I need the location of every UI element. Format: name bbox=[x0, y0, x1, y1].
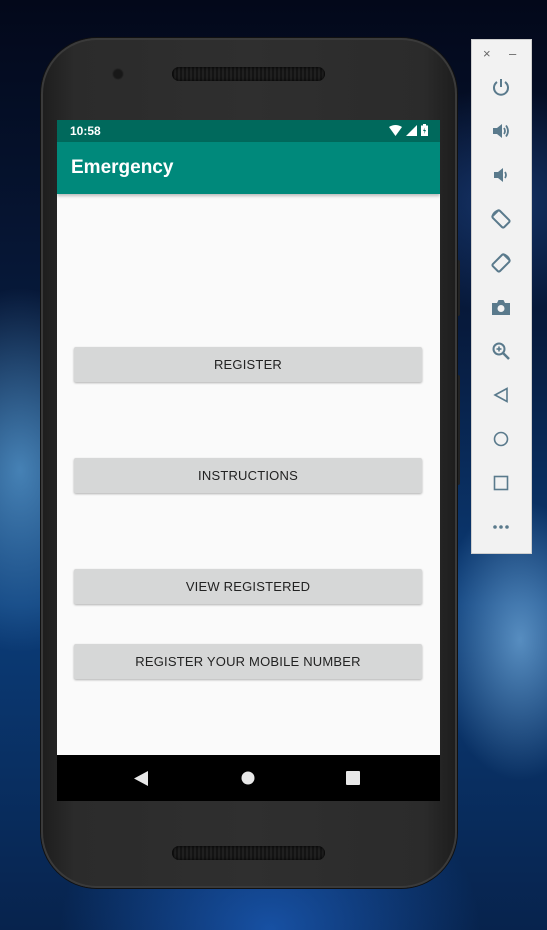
navigation-bar bbox=[57, 755, 440, 801]
more-icon bbox=[493, 525, 509, 529]
recents-icon bbox=[346, 771, 360, 785]
phone-screen: 10:58 Emergency REGISTER INSTRUCTIONS VI… bbox=[57, 120, 440, 801]
back-icon bbox=[134, 770, 148, 786]
home-icon bbox=[493, 431, 509, 447]
more-button[interactable] bbox=[489, 515, 513, 539]
wifi-icon bbox=[389, 124, 402, 136]
front-camera bbox=[112, 68, 124, 80]
home-icon bbox=[241, 771, 255, 785]
rotate-right-icon bbox=[491, 253, 511, 273]
back-icon bbox=[493, 387, 508, 403]
instructions-button[interactable]: INSTRUCTIONS bbox=[74, 458, 422, 493]
nav-recents-button[interactable] bbox=[333, 755, 373, 801]
power-button[interactable] bbox=[489, 75, 513, 99]
volume-down-icon bbox=[494, 168, 507, 182]
emulator-overview-button[interactable] bbox=[489, 471, 513, 495]
rotate-right-button[interactable] bbox=[489, 251, 513, 275]
app-bar: Emergency bbox=[57, 142, 440, 194]
status-time: 10:58 bbox=[70, 124, 101, 138]
top-speaker bbox=[172, 67, 325, 81]
nav-home-button[interactable] bbox=[228, 755, 268, 801]
zoom-icon bbox=[492, 342, 510, 360]
status-bar: 10:58 bbox=[57, 120, 440, 142]
emulator-panel: × – bbox=[471, 39, 532, 554]
camera-icon bbox=[492, 300, 510, 315]
register-button[interactable]: REGISTER bbox=[74, 347, 422, 382]
emulator-home-button[interactable] bbox=[489, 427, 513, 451]
zoom-button[interactable] bbox=[489, 339, 513, 363]
minimize-icon[interactable]: – bbox=[509, 46, 516, 61]
volume-up-button[interactable] bbox=[489, 119, 513, 143]
nav-back-button[interactable] bbox=[121, 755, 161, 801]
close-icon[interactable]: × bbox=[483, 46, 491, 61]
signal-icon bbox=[406, 124, 417, 136]
overview-icon bbox=[493, 475, 509, 491]
rotate-left-icon bbox=[491, 209, 511, 229]
register-mobile-number-button[interactable]: REGISTER YOUR MOBILE NUMBER bbox=[74, 644, 422, 679]
volume-down-button[interactable] bbox=[489, 163, 513, 187]
emulator-window-controls: × – bbox=[472, 44, 531, 64]
power-icon bbox=[493, 79, 509, 96]
app-title: Emergency bbox=[71, 157, 174, 178]
volume-up-icon bbox=[493, 124, 509, 138]
battery-icon bbox=[421, 124, 428, 136]
status-icons bbox=[389, 124, 428, 136]
screenshot-button[interactable] bbox=[489, 295, 513, 319]
emulator-back-button[interactable] bbox=[489, 383, 513, 407]
view-registered-button[interactable]: VIEW REGISTERED bbox=[74, 569, 422, 604]
rotate-left-button[interactable] bbox=[489, 207, 513, 231]
bottom-speaker bbox=[172, 846, 325, 860]
